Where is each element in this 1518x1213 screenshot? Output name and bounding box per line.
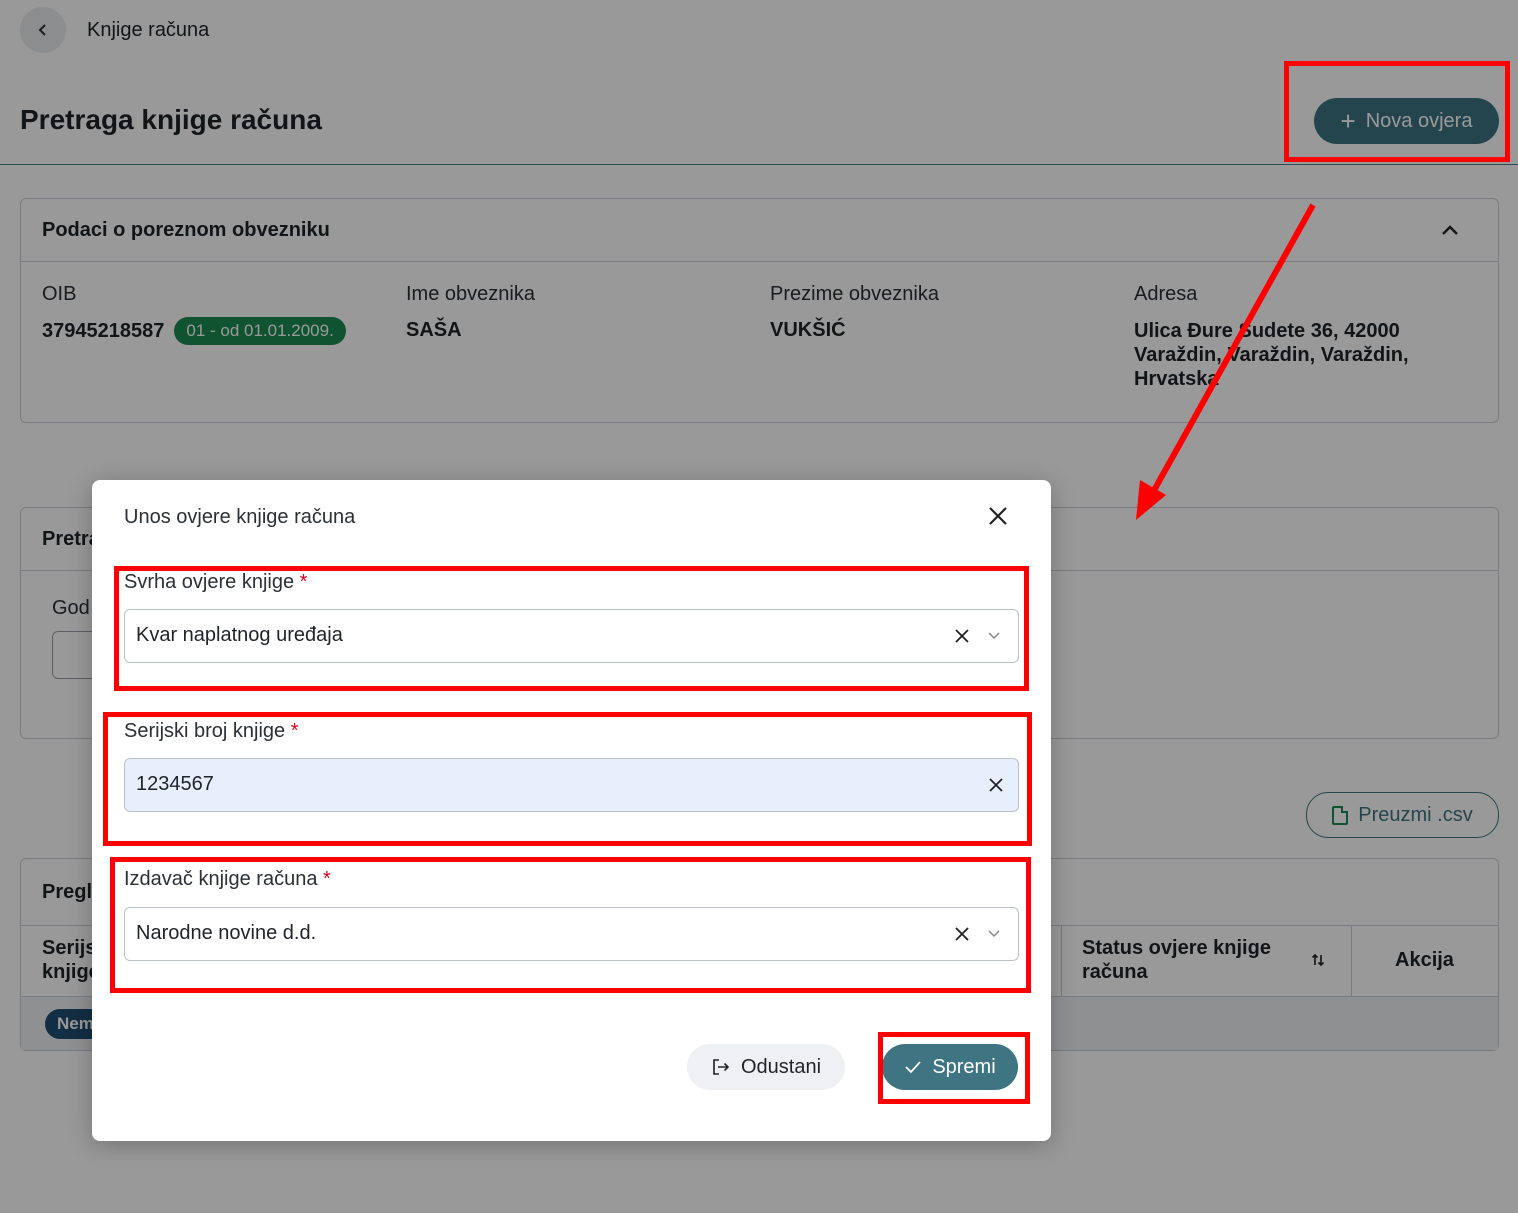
- annotation-arrow-icon: [1136, 203, 1316, 520]
